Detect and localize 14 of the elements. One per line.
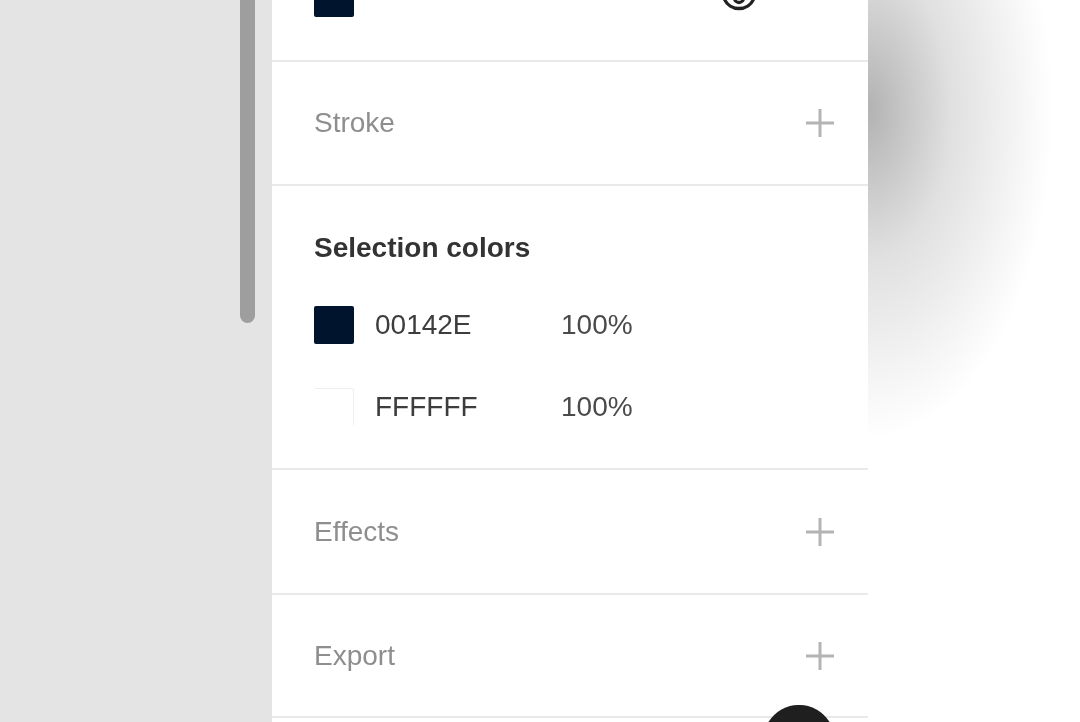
hex-value[interactable]: 00142E (375, 309, 472, 341)
section-title: Export (314, 642, 395, 670)
add-icon[interactable] (806, 518, 834, 546)
add-icon[interactable] (806, 109, 834, 137)
opacity-value[interactable]: 100% (561, 309, 633, 341)
opacity-value[interactable]: 100% (561, 391, 633, 423)
add-icon[interactable] (806, 642, 834, 670)
section-title: Selection colors (314, 234, 531, 262)
hex-value[interactable]: FFFFFF (375, 391, 478, 423)
floating-action-button[interactable] (768, 705, 830, 722)
scrollbar-thumb[interactable] (240, 0, 255, 323)
section-title: Effects (314, 518, 400, 546)
swatch-icon[interactable] (314, 306, 354, 344)
section-title: Stroke (314, 109, 395, 137)
